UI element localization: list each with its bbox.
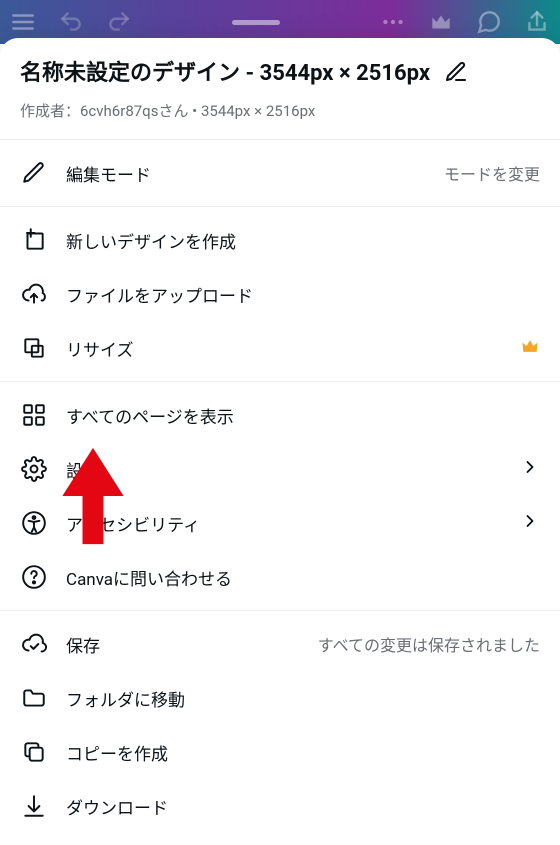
contact-label: Canvaに問い合わせる xyxy=(66,565,540,590)
row-new-design[interactable]: 新しいデザインを作成 xyxy=(0,213,560,267)
pencil-icon xyxy=(20,160,48,186)
share-icon[interactable] xyxy=(524,9,550,35)
move-folder-label: フォルダに移動 xyxy=(66,686,540,711)
redo-icon[interactable] xyxy=(106,9,132,35)
download-icon xyxy=(20,793,48,819)
upload-cloud-icon xyxy=(20,281,48,307)
row-all-pages[interactable]: すべてのページを表示 xyxy=(0,388,560,442)
section-settings: すべてのページを表示 設定 アクセシビリティ Canvaに問い合わせる xyxy=(0,382,560,611)
accessibility-icon xyxy=(20,510,48,536)
resize-label: リサイズ xyxy=(66,336,502,361)
upload-file-label: ファイルをアップロード xyxy=(66,282,540,307)
edit-mode-action[interactable]: モードを変更 xyxy=(444,161,540,185)
new-design-label: 新しいデザインを作成 xyxy=(66,228,540,253)
row-download[interactable]: ダウンロード xyxy=(0,779,560,833)
folder-icon xyxy=(20,685,48,711)
row-upload-file[interactable]: ファイルをアップロード xyxy=(0,267,560,321)
crown-icon[interactable] xyxy=(428,9,454,35)
row-accessibility[interactable]: アクセシビリティ xyxy=(0,496,560,550)
copy-label: コピーを作成 xyxy=(66,740,540,765)
row-edit-mode[interactable]: 編集モード モードを変更 xyxy=(0,146,560,200)
row-resize[interactable]: リサイズ xyxy=(0,321,560,375)
comment-icon[interactable] xyxy=(476,9,502,35)
cloud-check-icon xyxy=(20,631,48,657)
section-save: 保存 すべての変更は保存されました フォルダに移動 コピーを作成 ダウンロード xyxy=(0,611,560,845)
section-edit-mode: 編集モード モードを変更 xyxy=(0,140,560,207)
download-label: ダウンロード xyxy=(66,794,540,819)
undo-icon[interactable] xyxy=(58,9,84,35)
grid-icon xyxy=(20,402,48,428)
all-pages-label: すべてのページを表示 xyxy=(66,403,540,428)
row-copy[interactable]: コピーを作成 xyxy=(0,725,560,779)
chevron-right-icon xyxy=(520,457,540,481)
design-meta: 作成者：6cvh6r87qsさん • 3544px × 2516px xyxy=(20,100,540,121)
more-icon[interactable] xyxy=(380,9,406,35)
chevron-right-icon xyxy=(520,511,540,535)
new-design-icon xyxy=(20,227,48,253)
settings-label: 設定 xyxy=(66,457,502,482)
edit-title-icon[interactable] xyxy=(444,60,468,88)
save-label: 保存 xyxy=(66,632,300,657)
accessibility-label: アクセシビリティ xyxy=(66,511,502,536)
options-sheet: 名称未設定のデザイン - 3544px × 2516px 作成者：6cvh6r8… xyxy=(0,38,560,845)
edit-mode-label: 編集モード xyxy=(66,161,426,186)
sheet-header: 名称未設定のデザイン - 3544px × 2516px 作成者：6cvh6r8… xyxy=(0,38,560,140)
gear-icon xyxy=(20,456,48,482)
row-save[interactable]: 保存 すべての変更は保存されました xyxy=(0,617,560,671)
premium-crown-icon xyxy=(520,336,540,360)
section-create: 新しいデザインを作成 ファイルをアップロード リサイズ xyxy=(0,207,560,382)
sheet-grabber[interactable] xyxy=(232,20,280,25)
row-contact[interactable]: Canvaに問い合わせる xyxy=(0,550,560,604)
design-title: 名称未設定のデザイン - 3544px × 2516px xyxy=(20,60,430,88)
menu-icon[interactable] xyxy=(10,9,36,35)
copy-icon xyxy=(20,739,48,765)
help-icon xyxy=(20,564,48,590)
save-status: すべての変更は保存されました xyxy=(318,632,540,656)
row-move-folder[interactable]: フォルダに移動 xyxy=(0,671,560,725)
row-settings[interactable]: 設定 xyxy=(0,442,560,496)
resize-icon xyxy=(20,335,48,361)
